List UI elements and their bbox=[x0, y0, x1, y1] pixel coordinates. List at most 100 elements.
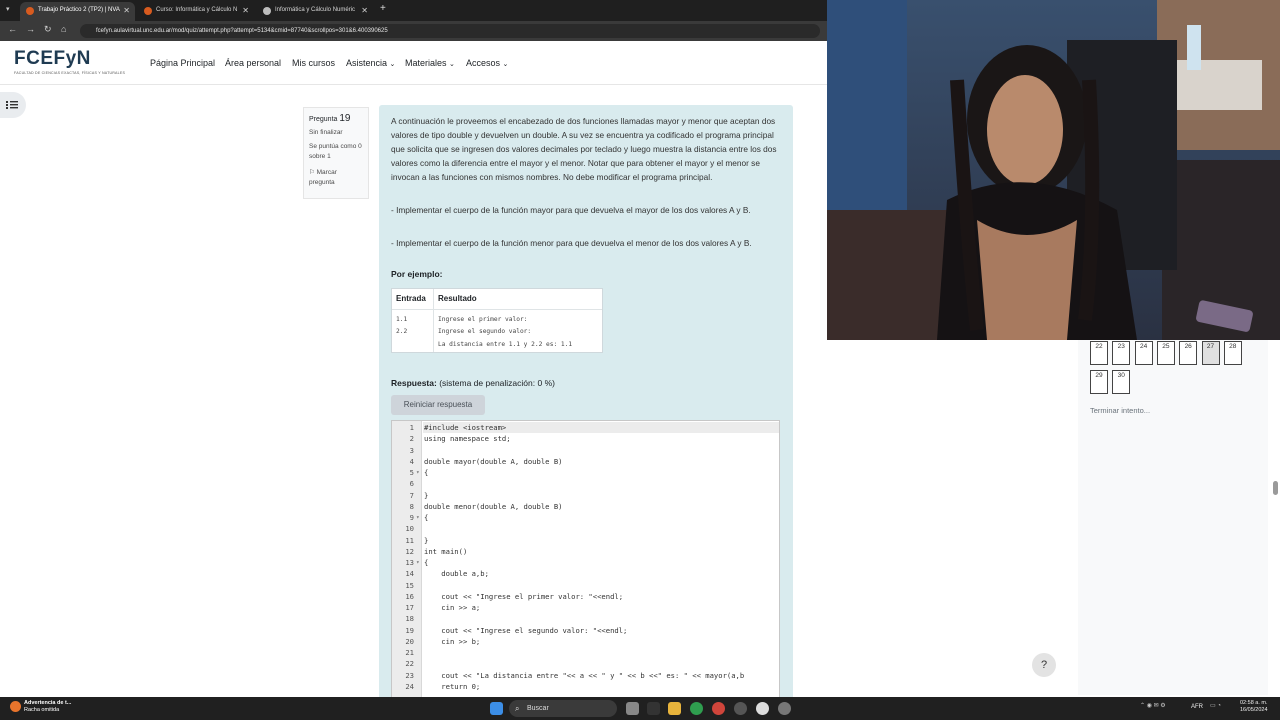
code-line[interactable]: 4 double mayor(double A, double B) bbox=[392, 456, 779, 467]
tab-informatica[interactable]: Informática y Cálculo Numéric ✕ bbox=[257, 2, 373, 21]
tray-icons[interactable]: ⌃ ◉ ✉ ⚙ bbox=[1140, 702, 1185, 715]
flag-question-link[interactable]: ⚐ Marcar pregunta bbox=[309, 168, 363, 188]
code-text: double a,b; bbox=[424, 569, 489, 579]
code-line[interactable]: 16 cout << "Ingrese el primer valor: "<<… bbox=[392, 591, 779, 602]
quiz-nav-question-button[interactable]: 23 bbox=[1112, 341, 1131, 365]
obs-icon[interactable] bbox=[734, 702, 747, 715]
code-line[interactable]: 13 ▾ { bbox=[392, 557, 779, 568]
nav-area-personal[interactable]: Área personal bbox=[225, 58, 281, 68]
taskbar-search[interactable]: ⌕ Buscar bbox=[509, 700, 617, 717]
fold-arrow-icon[interactable]: ▾ bbox=[416, 557, 420, 568]
code-line[interactable]: 21 bbox=[392, 647, 779, 658]
quiz-nav-question-button[interactable]: 29 bbox=[1090, 370, 1108, 394]
taskview-icon[interactable] bbox=[626, 702, 639, 715]
new-tab-icon[interactable]: + bbox=[380, 3, 386, 14]
example-table: Entrada Resultado 1.1 2.2 Ingrese el pri… bbox=[391, 288, 603, 353]
code-line[interactable]: 7} bbox=[392, 490, 779, 501]
code-line[interactable]: 12 int main() bbox=[392, 546, 779, 557]
network-volume-icons[interactable]: ▭ ◔ bbox=[1210, 702, 1238, 715]
code-line[interactable]: 24 return 0; bbox=[392, 681, 779, 692]
course-index-toggle-button[interactable] bbox=[0, 92, 26, 118]
code-line[interactable]: 19 cout << "Ingrese el segundo valor: "<… bbox=[392, 625, 779, 636]
code-line[interactable]: 9 ▾ { bbox=[392, 512, 779, 523]
line-number: 1 bbox=[409, 423, 414, 432]
close-tab-icon[interactable]: ✕ bbox=[123, 2, 130, 19]
code-line[interactable]: 18 bbox=[392, 613, 779, 624]
quiz-nav-question-button[interactable]: 28 bbox=[1223, 341, 1242, 365]
question-paragraph-2: - Implementar el cuerpo de la función ma… bbox=[391, 205, 751, 215]
keyboard-language[interactable]: AFR bbox=[1191, 704, 1203, 710]
line-number: 17 bbox=[405, 603, 414, 612]
code-line[interactable]: 1 #include <iostream> bbox=[392, 422, 779, 433]
table-input-line: 2.2 bbox=[396, 328, 408, 335]
settings-icon[interactable] bbox=[778, 702, 791, 715]
code-text: cout << "Ingrese el primer valor: "<<end… bbox=[424, 591, 624, 601]
question-content: A continuación le proveemos el encabezad… bbox=[379, 105, 793, 705]
code-line[interactable]: 22 bbox=[392, 658, 779, 669]
nav-asistencia[interactable]: Asistencia ⌄ bbox=[346, 58, 395, 68]
code-line[interactable]: 20 cin >> b; bbox=[392, 636, 779, 647]
close-tab-icon[interactable]: ✕ bbox=[242, 2, 249, 19]
home-icon[interactable]: ⌂ bbox=[61, 24, 66, 34]
quiz-nav-question-button[interactable]: 26 bbox=[1179, 341, 1198, 365]
nav-accesos[interactable]: Accesos ⌄ bbox=[466, 58, 508, 68]
nav-materiales[interactable]: Materiales ⌄ bbox=[405, 58, 455, 68]
reset-answer-button[interactable]: Reiniciar respuesta bbox=[391, 395, 485, 415]
code-line[interactable]: 3 bbox=[392, 445, 779, 456]
tab-trabajo-practico[interactable]: Trabajo Práctico 2 (TP2) | NVA ✕ bbox=[20, 2, 135, 21]
example-heading: Por ejemplo: bbox=[391, 269, 443, 279]
moodle-favicon-icon bbox=[144, 7, 152, 15]
code-line[interactable]: 15 bbox=[392, 580, 779, 591]
windows-start-icon[interactable] bbox=[490, 702, 503, 715]
tab-curso[interactable]: Curso: Informática y Cálculo N ✕ bbox=[138, 2, 254, 21]
address-bar-row: ← → ↻ ⌂ fcefyn.aulavirtual.unc.edu.ar/mo… bbox=[0, 21, 827, 41]
browser-menu-icon[interactable]: ▾ bbox=[6, 5, 14, 13]
code-line[interactable]: 6 bbox=[392, 478, 779, 489]
code-line[interactable]: 5 ▾ { bbox=[392, 467, 779, 478]
quiz-nav-question-button[interactable]: 22 bbox=[1090, 341, 1108, 365]
code-line[interactable]: 8 double menor(double A, double B) bbox=[392, 501, 779, 512]
nav-accesos-label: Accesos bbox=[466, 58, 501, 68]
fold-arrow-icon[interactable]: ▾ bbox=[416, 512, 420, 523]
app-icon[interactable] bbox=[756, 702, 769, 715]
code-line[interactable]: 10 bbox=[392, 523, 779, 534]
code-line[interactable]: 2 using namespace std; bbox=[392, 433, 779, 444]
nav-mis-cursos[interactable]: Mis cursos bbox=[292, 58, 335, 68]
line-number: 21 bbox=[405, 648, 414, 657]
code-line[interactable]: 17 cin >> a; bbox=[392, 602, 779, 613]
taskbar-clock[interactable]: 02:58 a. m. 16/05/2024 bbox=[1240, 700, 1268, 714]
help-button[interactable]: ? bbox=[1032, 653, 1056, 677]
back-icon[interactable]: ← bbox=[8, 24, 17, 34]
table-header-entrada: Entrada bbox=[396, 294, 426, 303]
line-number: 19 bbox=[405, 625, 414, 635]
code-line[interactable]: 23 cout << "La distancia entre "<< a << … bbox=[392, 670, 779, 681]
quiz-nav-question-button[interactable]: 24 bbox=[1134, 341, 1153, 365]
app-icon[interactable] bbox=[712, 702, 725, 715]
forward-icon[interactable]: → bbox=[26, 24, 35, 34]
nav-materiales-label: Materiales bbox=[405, 58, 447, 68]
nav-pagina-principal[interactable]: Página Principal bbox=[150, 58, 215, 68]
file-explorer-icon[interactable] bbox=[668, 702, 681, 715]
quiz-nav-question-button[interactable]: 27 bbox=[1201, 341, 1220, 365]
reload-icon[interactable]: ↻ bbox=[44, 24, 52, 35]
line-number: 3 bbox=[409, 445, 414, 455]
code-line[interactable]: 11} bbox=[392, 535, 779, 546]
terminal-icon[interactable] bbox=[647, 702, 660, 715]
page-scrollbar-thumb[interactable] bbox=[1273, 481, 1278, 495]
chrome-icon[interactable] bbox=[690, 702, 703, 715]
webcam-overlay bbox=[827, 0, 1280, 340]
line-number: 18 bbox=[405, 614, 414, 624]
url-input[interactable]: fcefyn.aulavirtual.unc.edu.ar/mod/quiz/a… bbox=[80, 24, 820, 38]
finish-attempt-link[interactable]: Terminar intento... bbox=[1090, 406, 1150, 415]
quiz-nav-question-button[interactable]: 25 bbox=[1156, 341, 1175, 365]
list-icon bbox=[6, 101, 18, 109]
code-line[interactable]: 14 double a,b; bbox=[392, 568, 779, 579]
quiz-nav-question-button[interactable]: 30 bbox=[1112, 370, 1131, 394]
close-tab-icon[interactable]: ✕ bbox=[361, 2, 368, 19]
question-label: Pregunta bbox=[309, 116, 338, 123]
code-editor[interactable]: 1 #include <iostream> 2 using namespace std… bbox=[391, 420, 780, 700]
fold-arrow-icon[interactable]: ▾ bbox=[416, 467, 420, 478]
taskbar-notification[interactable]: Advertencia de t... Racha omitida bbox=[8, 700, 71, 714]
chevron-down-icon: ⌄ bbox=[389, 61, 396, 68]
fcefyn-logo[interactable]: FCEFyN bbox=[14, 48, 91, 70]
